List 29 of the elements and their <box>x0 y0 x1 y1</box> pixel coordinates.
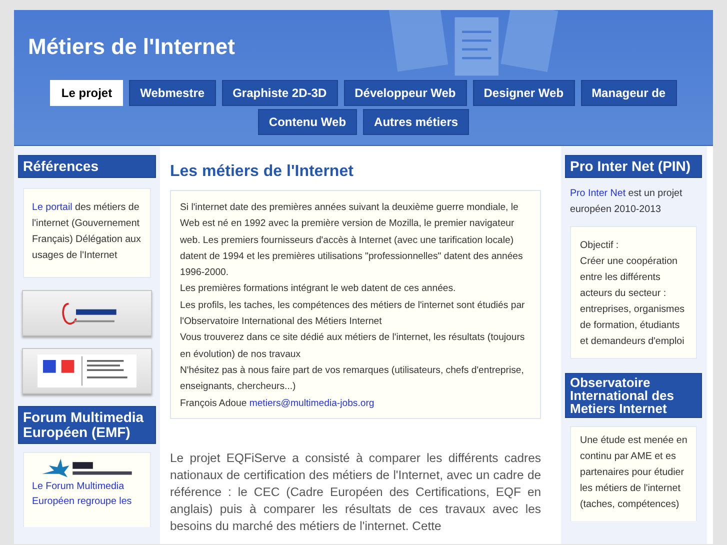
nav-tab[interactable]: Contenu Web <box>258 109 358 135</box>
nav-tab[interactable]: Autres métiers <box>363 109 470 135</box>
nav-tab[interactable]: Graphiste 2D-3D <box>222 80 338 106</box>
project-paragraph: Le projet EQFiServe a consisté à comparer les différents cadres nationaux de certification des métiers de l'Internet, avec un cadre de référence : le CEC (Cadre Européen des Certifications, EQF en anglais) puis à comparer les résultats de ces travaux avec les besoins du marché des métiers de l'internet. Cette <box>170 450 541 535</box>
section-heading: Références <box>18 155 156 178</box>
signature-text: François Adoue metiers@multimedia-jobs.org <box>180 396 376 411</box>
observatory-text: Une étude est menée en continu par AME et es partenaires pour étudier les métiers de l'internet (taches, compétences) <box>580 434 688 512</box>
intro-paragraph: Les premières formations intégrant le web datent de ces années. <box>180 282 457 296</box>
intro-paragraph: Vous trouverez dans ce site dédié aux métiers de l'internet, les résultats (toujours en évolution) de nos travaux <box>180 331 526 362</box>
nav-tab[interactable]: Le projet <box>50 80 124 106</box>
nav-tab[interactable]: Designer Web <box>472 80 575 106</box>
intro-paragraph: Si l'internet date des premières années suivant la deuxième guerre mondiale, le Web est né en 1992 avec la première version de Mozilla, le premier navigateur web. Les premiers fournisseurs d'accès à Internet (avec une tarification locale) datent de 1994 et les premières utilisations "professionnelles" datent des années 1996-2000. <box>180 201 524 280</box>
reference-text: Le portail des métiers de l'internet (Gouvernement Français) Délégation aux usages de l'Internet <box>32 201 142 263</box>
portal-link[interactable]: Le portail <box>32 202 72 213</box>
site-title: Métiers de l'Internet <box>27 33 235 61</box>
intro-paragraph: Les profils, les taches, les compétences des métiers de l'internet sont étudiés par l'Observatoire International des Métiers Internet <box>180 298 526 330</box>
objective-label: Objectif : <box>580 239 620 253</box>
intro-paragraph: N'hésitez pas à nous faire part de vos remarques (utilisateurs, chefs d'entreprise, enseignants, chercheurs...) <box>180 364 525 394</box>
nav-tab[interactable]: Webmestre <box>129 80 216 106</box>
email-link[interactable]: metiers@multimedia-jobs.org <box>249 398 374 409</box>
section-heading: Pro Inter Net (PIN) <box>565 155 702 178</box>
nav-tab[interactable]: Développeur Web <box>344 80 467 106</box>
page-heading: Les métiers de l'Internet <box>170 162 354 182</box>
section-heading: Observatoire International des Metiers Internet <box>565 373 702 418</box>
nav-tab[interactable]: Manageur de <box>580 80 677 106</box>
project-text: Pro Inter Net est un projet européen 2010-2013 <box>570 187 684 217</box>
section-heading: Forum Multimedia Européen (EMF) <box>18 406 156 444</box>
objective-text: Créer une coopération entre les différents acteurs du secteur : entreprises, organismes de formation, étudiants et demandeurs d'emploi <box>580 255 686 349</box>
project-link[interactable]: Pro Inter Net <box>570 188 626 199</box>
